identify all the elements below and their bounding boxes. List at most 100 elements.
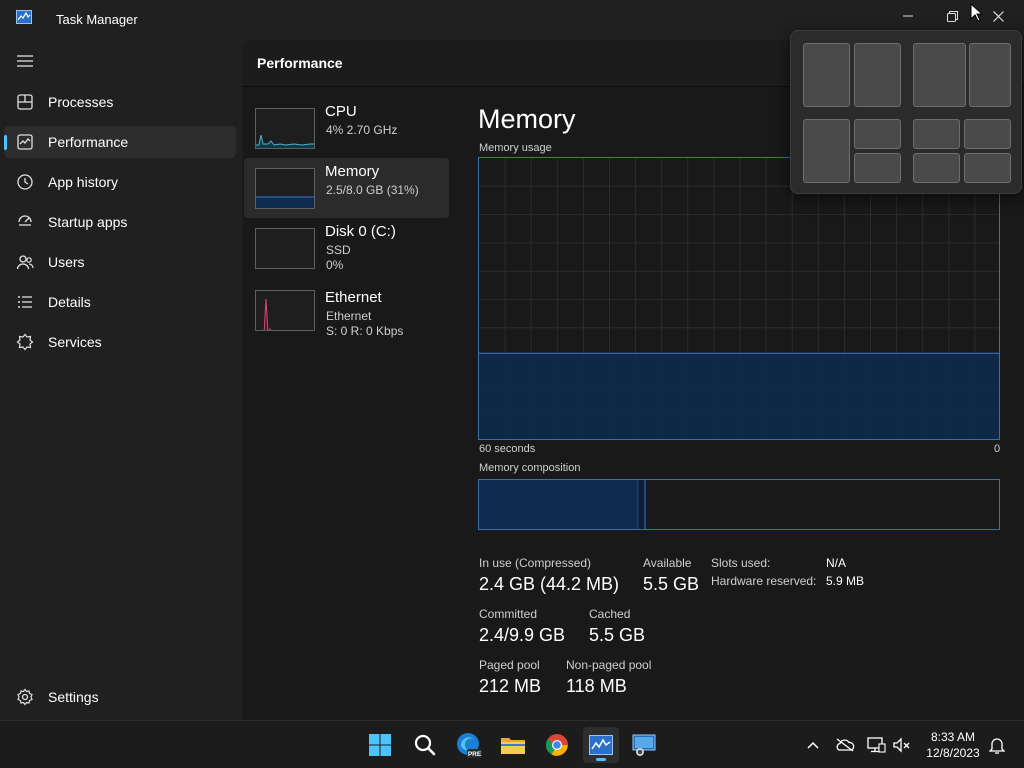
sidebar-item-label: App history xyxy=(48,174,119,190)
memory-composition-chart xyxy=(479,480,646,529)
remote-desktop-button[interactable] xyxy=(627,727,663,763)
memory-thumbnail-graph xyxy=(255,168,315,209)
windows-logo-icon xyxy=(369,734,391,756)
non-paged-pool-label: Non-paged pool xyxy=(566,658,652,672)
sidebar-item-processes[interactable]: Processes xyxy=(4,86,236,118)
settings-gear-icon xyxy=(17,688,33,706)
perf-item-ethernet[interactable]: Ethernet Ethernet S: 0 R: 0 Kbps xyxy=(244,284,449,344)
app-history-icon xyxy=(17,174,33,190)
task-manager-taskbar-button[interactable] xyxy=(583,727,619,763)
performance-icon xyxy=(17,134,33,150)
perf-item-detail: SSD xyxy=(326,243,351,257)
sidebar-item-settings[interactable]: Settings xyxy=(4,681,236,713)
non-paged-pool-value: 118 MB xyxy=(566,676,627,696)
snap-layouts-flyout xyxy=(790,30,1022,194)
perf-item-disk[interactable]: Disk 0 (C:) SSD 0% xyxy=(244,218,449,278)
remote-desktop-icon xyxy=(632,734,656,756)
minimize-icon xyxy=(903,15,913,17)
services-icon xyxy=(16,333,34,351)
page-title: Performance xyxy=(257,55,343,71)
paged-pool-label: Paged pool xyxy=(479,658,540,672)
cpu-thumbnail-graph xyxy=(255,108,315,149)
perf-item-name: Ethernet xyxy=(325,289,382,306)
perf-item-detail: 4% 2.70 GHz xyxy=(326,123,398,137)
memory-usage-graph xyxy=(478,157,1000,440)
hardware-reserved-label: Hardware reserved: xyxy=(711,574,817,588)
file-explorer-button[interactable] xyxy=(495,727,531,763)
snap-zone[interactable] xyxy=(964,119,1011,149)
mouse-cursor-icon xyxy=(970,3,984,22)
committed-label: Committed xyxy=(479,607,538,621)
show-hidden-icons-button[interactable] xyxy=(803,735,823,755)
chrome-button[interactable] xyxy=(539,727,575,763)
search-button[interactable] xyxy=(407,727,443,763)
close-button[interactable] xyxy=(983,6,1013,26)
taskbar: PRE 8:33 AM 12/8/2023 xyxy=(0,720,1024,768)
snap-zone[interactable] xyxy=(854,153,901,183)
snap-zone[interactable] xyxy=(913,153,960,183)
sidebar-item-label: Users xyxy=(48,254,85,270)
available-value: 5.5 GB xyxy=(643,574,700,594)
sidebar-item-app-history[interactable]: App history xyxy=(4,166,236,198)
volume-tray-button[interactable] xyxy=(892,735,912,755)
onedrive-tray-button[interactable] xyxy=(835,735,855,755)
snap-zone[interactable] xyxy=(854,43,901,107)
perf-item-memory[interactable]: Memory 2.5/8.0 GB (31%) xyxy=(244,158,449,218)
cached-value: 5.5 GB xyxy=(589,625,646,645)
snap-zone[interactable] xyxy=(964,153,1011,183)
snap-zone[interactable] xyxy=(913,43,966,107)
notifications-button[interactable] xyxy=(987,735,1007,755)
ethernet-thumbnail-graph xyxy=(255,290,315,331)
edge-preview-button[interactable]: PRE xyxy=(451,727,487,763)
active-app-indicator xyxy=(596,758,606,761)
sidebar-item-startup-apps[interactable]: Startup apps xyxy=(4,206,236,238)
window-title: Task Manager xyxy=(56,12,138,27)
hamburger-menu-icon[interactable] xyxy=(14,52,36,70)
processes-icon xyxy=(17,94,33,110)
startup-apps-icon xyxy=(18,215,32,226)
graph-zero-label: 0 xyxy=(994,443,1001,455)
restore-button[interactable] xyxy=(937,6,967,26)
cached-label: Cached xyxy=(589,607,631,621)
performance-resource-list: CPU 4% 2.70 GHz Memory 2.5/8.0 GB (31%) xyxy=(242,88,452,720)
slots-used-label: Slots used: xyxy=(711,556,771,570)
in-use-value: 2.4 GB (44.2 MB) xyxy=(479,574,620,594)
disk-thumbnail-graph xyxy=(255,228,315,269)
snap-zone[interactable] xyxy=(854,119,901,149)
snap-zone[interactable] xyxy=(969,43,1011,107)
snap-zone[interactable] xyxy=(803,119,850,183)
perf-item-name: Memory xyxy=(325,163,380,180)
memory-usage-chart xyxy=(479,158,999,439)
in-use-label: In use (Compressed) xyxy=(479,556,592,570)
memory-composition-label: Memory composition xyxy=(479,462,581,474)
minimize-button[interactable] xyxy=(893,6,923,26)
chrome-icon xyxy=(546,734,568,756)
sidebar-item-details[interactable]: Details xyxy=(4,286,236,318)
task-manager-icon xyxy=(16,10,32,24)
speaker-muted-icon xyxy=(893,737,910,753)
snap-zone[interactable] xyxy=(803,43,850,107)
sidebar-item-performance[interactable]: Performance xyxy=(4,126,236,158)
taskbar-clock[interactable]: 8:33 AM 12/8/2023 xyxy=(918,729,988,761)
perf-item-cpu[interactable]: CPU 4% 2.70 GHz xyxy=(244,98,449,158)
composition-in-use-segment xyxy=(479,480,639,529)
perf-item-detail: 2.5/8.0 GB (31%) xyxy=(326,183,419,197)
perf-item-detail: Ethernet xyxy=(326,309,372,323)
time-span-label: 60 seconds xyxy=(479,443,536,455)
memory-title: Memory xyxy=(478,104,576,134)
sidebar-item-label: Settings xyxy=(48,689,99,705)
committed-value: 2.4/9.9 GB xyxy=(479,625,566,645)
snap-zone[interactable] xyxy=(913,119,960,149)
users-icon xyxy=(16,255,34,270)
start-button[interactable] xyxy=(362,727,398,763)
network-tray-button[interactable] xyxy=(866,735,886,755)
sidebar-item-label: Services xyxy=(48,334,102,350)
edge-pre-badge: PRE xyxy=(468,751,482,758)
restore-icon xyxy=(946,10,958,22)
sidebar-item-services[interactable]: Services xyxy=(4,326,236,358)
perf-item-name: Disk 0 (C:) xyxy=(325,223,396,240)
perf-item-name: CPU xyxy=(325,103,357,120)
sidebar-item-users[interactable]: Users xyxy=(4,246,236,278)
sidebar-item-label: Processes xyxy=(48,94,114,110)
sidebar-item-label: Details xyxy=(48,294,91,310)
